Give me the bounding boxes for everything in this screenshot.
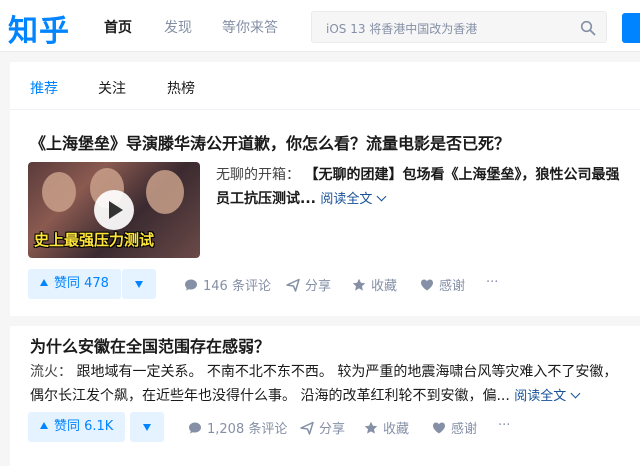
thanks-button[interactable]: 感谢 bbox=[432, 418, 477, 437]
downvote-button[interactable] bbox=[130, 412, 164, 442]
tab-recommend[interactable]: 推荐 bbox=[30, 78, 58, 98]
comment-icon bbox=[189, 422, 201, 433]
upvote-button[interactable]: 赞同 6.1K bbox=[28, 412, 126, 442]
upvote-label: 赞同 6.1K bbox=[54, 419, 114, 434]
nav-home[interactable]: 首页 bbox=[104, 17, 132, 37]
share-icon bbox=[286, 278, 300, 292]
top-bar: 知乎 首页 发现 等你来答 iOS 13 将香港中国改为香港 bbox=[0, 0, 640, 52]
more-options-button[interactable]: ··· bbox=[498, 418, 510, 433]
more-label: ··· bbox=[498, 418, 511, 433]
share-label: 分享 bbox=[319, 422, 346, 437]
tab-hot[interactable]: 热榜 bbox=[167, 78, 195, 98]
favorite-label: 收藏 bbox=[371, 279, 398, 294]
thumbnail-face bbox=[146, 170, 184, 214]
action-bar: 赞同 6.1K 1,208 条评论 分享 收藏 感谢 ··· bbox=[28, 412, 628, 444]
author-name[interactable]: 无聊的开箱： bbox=[216, 167, 300, 183]
share-icon bbox=[300, 421, 314, 435]
comment-button[interactable]: 1,208 条评论 bbox=[188, 418, 287, 437]
more-options-button[interactable]: ··· bbox=[486, 275, 498, 290]
zhihu-logo[interactable]: 知乎 bbox=[8, 6, 70, 50]
tab-follow[interactable]: 关注 bbox=[98, 78, 126, 98]
thumbnail-face bbox=[42, 172, 76, 212]
share-button[interactable]: 分享 bbox=[286, 275, 331, 294]
upvote-button[interactable]: 赞同 478 bbox=[28, 269, 121, 299]
favorite-button[interactable]: 收藏 bbox=[352, 275, 397, 294]
star-icon bbox=[352, 278, 366, 291]
thanks-label: 感谢 bbox=[451, 422, 478, 437]
question-title[interactable]: 《上海堡垒》导演滕华涛公开道歉，你怎么看？流量电影是否已死？ bbox=[30, 130, 510, 154]
video-thumbnail[interactable]: 史上最强压力测试 bbox=[28, 162, 200, 258]
thumbnail-caption: 史上最强压力测试 bbox=[34, 231, 155, 249]
star-icon bbox=[364, 421, 378, 434]
downvote-button[interactable] bbox=[122, 269, 156, 299]
nav-waiting-answers[interactable]: 等你来答 bbox=[222, 17, 278, 37]
thanks-button[interactable]: 感谢 bbox=[420, 275, 465, 294]
read-more-link[interactable]: 阅读全文 bbox=[514, 388, 581, 404]
read-more-link[interactable]: 阅读全文 bbox=[320, 191, 387, 207]
heart-icon bbox=[433, 422, 445, 433]
share-button[interactable]: 分享 bbox=[300, 418, 345, 437]
downvote-icon bbox=[135, 281, 143, 288]
question-title[interactable]: 为什么安徽在全国范围存在感弱？ bbox=[30, 333, 270, 357]
chevron-down-icon bbox=[570, 388, 581, 399]
answer-excerpt[interactable]: 无聊的开箱： 【无聊的团建】包场看《上海堡垒》，狼性公司最强员工抗压测试... … bbox=[216, 163, 628, 212]
search-placeholder: iOS 13 将香港中国改为香港 bbox=[326, 22, 478, 36]
feed-card: 推荐 关注 热榜 《上海堡垒》导演滕华涛公开道歉，你怎么看？流量电影是否已死？ … bbox=[10, 62, 640, 466]
action-bar: 赞同 478 146 条评论 分享 收藏 感谢 ··· bbox=[28, 269, 628, 301]
upvote-icon bbox=[40, 279, 48, 286]
comment-button[interactable]: 146 条评论 bbox=[184, 275, 271, 294]
read-more-label: 阅读全文 bbox=[514, 389, 567, 404]
heart-icon bbox=[421, 279, 433, 290]
nav-discover[interactable]: 发现 bbox=[164, 17, 192, 37]
favorite-button[interactable]: 收藏 bbox=[364, 418, 409, 437]
downvote-icon bbox=[143, 424, 151, 431]
chevron-down-icon bbox=[376, 191, 387, 202]
search-icon[interactable] bbox=[580, 20, 596, 36]
thanks-label: 感谢 bbox=[439, 279, 466, 294]
upvote-label: 赞同 478 bbox=[54, 276, 109, 291]
play-icon[interactable] bbox=[94, 190, 134, 230]
author-name[interactable]: 流火： bbox=[30, 364, 72, 380]
answer-excerpt[interactable]: 流火： 跟地域有一定关系。 不南不北不东不西。 较为严重的地震海啸台风等灾难入不… bbox=[30, 360, 630, 409]
comment-count: 1,208 条评论 bbox=[207, 422, 288, 437]
more-label: ··· bbox=[486, 275, 499, 290]
comment-icon bbox=[185, 279, 197, 290]
comment-count: 146 条评论 bbox=[203, 279, 271, 294]
upvote-icon bbox=[40, 422, 48, 429]
search-input[interactable]: iOS 13 将香港中国改为香港 bbox=[311, 11, 607, 43]
feed-divider bbox=[10, 316, 640, 326]
ask-question-button[interactable] bbox=[622, 13, 640, 43]
read-more-label: 阅读全文 bbox=[320, 192, 373, 207]
favorite-label: 收藏 bbox=[383, 422, 410, 437]
feed-tabs: 推荐 关注 热榜 bbox=[10, 62, 640, 110]
share-label: 分享 bbox=[305, 279, 332, 294]
